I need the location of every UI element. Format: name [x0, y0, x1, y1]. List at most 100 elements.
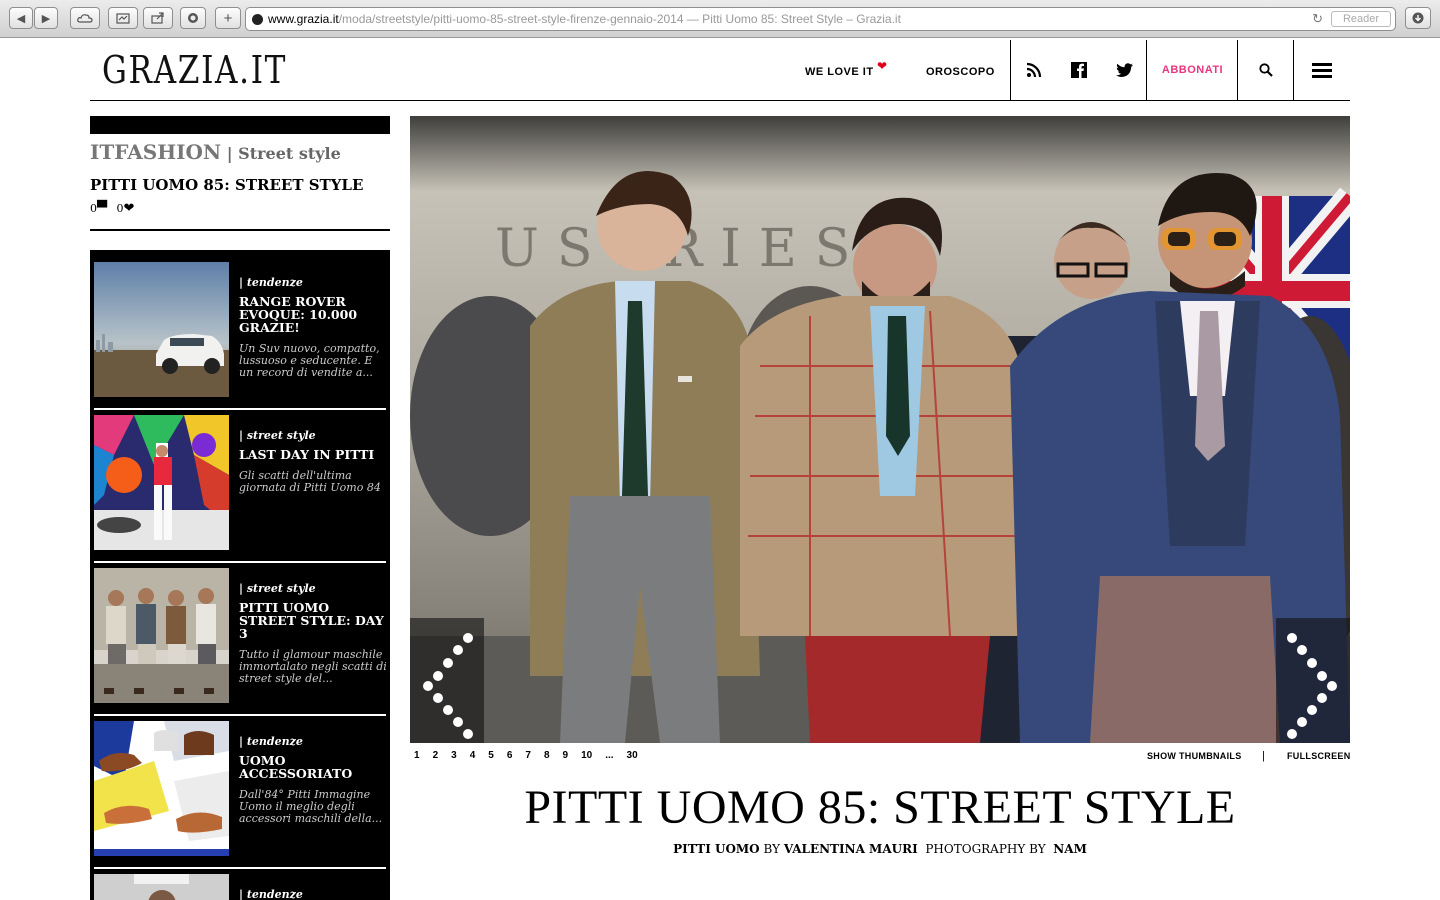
- page-link[interactable]: 1: [414, 750, 420, 761]
- shield-icon: [188, 13, 198, 23]
- icloud-tabs-button[interactable]: [70, 7, 100, 29]
- chevron-left-icon: [423, 633, 473, 739]
- url-path: /moda/streetstyle/pitti-uomo-85-street-s…: [338, 12, 684, 26]
- page-link[interactable]: 8: [544, 750, 550, 761]
- related-category: | tendenze: [239, 276, 303, 289]
- site-icon: [252, 14, 263, 25]
- abbonati-label: ABBONATI: [1161, 64, 1224, 76]
- gallery-photo[interactable]: USTRIES: [410, 116, 1350, 743]
- byline-author[interactable]: VALENTINA MAURI: [784, 842, 918, 856]
- related-text: | tendenze UOMO ACCESSORIATO Dall'84° Pi…: [239, 735, 387, 825]
- page-link[interactable]: 30: [627, 750, 638, 761]
- thumb-uomo-accessoriato[interactable]: [94, 721, 229, 856]
- address-bar[interactable]: www.grazia.it/moda/streetstyle/pitti-uom…: [245, 7, 1396, 31]
- byline-category[interactable]: PITTI UOMO: [673, 842, 760, 856]
- page-link[interactable]: 4: [470, 750, 476, 761]
- share-icon: [151, 12, 164, 24]
- page-link[interactable]: 5: [488, 750, 494, 761]
- related-desc: Gli scatti dell'ultima giornata di Pitti…: [239, 469, 381, 494]
- downloads-button[interactable]: [1405, 7, 1431, 29]
- site-header: GRAZIA.IT WE LOVE IT ❤ OROSCOPO ABBONATI: [90, 40, 1350, 101]
- reader-button[interactable]: Reader: [1331, 11, 1391, 27]
- chevron-right-icon: [1287, 633, 1337, 739]
- comment-count: 0: [90, 202, 97, 215]
- related-desc: Un Suv nuovo, compatto, lussuoso e seduc…: [239, 342, 380, 379]
- article-title: PITTI UOMO 85: STREET STYLE: [524, 781, 1236, 834]
- related-category: | tendenze: [239, 735, 303, 748]
- cloud-icon: [77, 14, 93, 23]
- facebook-button[interactable]: [1056, 40, 1102, 100]
- page-ellipsis: ...: [605, 750, 614, 761]
- thumb-partial[interactable]: [94, 874, 229, 900]
- grazia-logo[interactable]: GRAZIA.IT: [102, 50, 287, 90]
- prev-slide-button[interactable]: [410, 618, 484, 743]
- thumb-day-3[interactable]: [94, 568, 229, 703]
- related-title[interactable]: RANGE ROVER EVOQUE: 10.000 GRAZIE!: [239, 295, 387, 334]
- share-button[interactable]: [143, 7, 173, 29]
- hamburger-icon: [1312, 63, 1332, 78]
- privacy-button[interactable]: [180, 7, 206, 29]
- comment-icon[interactable]: ▀: [97, 201, 107, 216]
- related-item[interactable]: | street style PITTI UOMO STREET STYLE: …: [94, 556, 387, 716]
- page-link[interactable]: 7: [525, 750, 531, 761]
- section-breadcrumb: ITFASHION | Street style: [90, 140, 341, 164]
- twitter-button[interactable]: [1102, 40, 1146, 100]
- pager-separator: |: [1262, 750, 1265, 762]
- section-sub[interactable]: Street style: [238, 144, 341, 163]
- byline-photographer[interactable]: NAM: [1053, 842, 1087, 856]
- sidebar-divider: [90, 229, 390, 231]
- related-text: | tendenze RANGE ROVER EVOQUE: 10.000 GR…: [239, 276, 387, 379]
- thumb-last-day[interactable]: [94, 415, 229, 550]
- next-slide-button[interactable]: [1276, 618, 1350, 743]
- nav-we-love-it[interactable]: WE LOVE IT: [805, 66, 874, 78]
- related-item[interactable]: | tendenze UOMO ACCESSORIATO Dall'84° Pi…: [94, 709, 386, 869]
- browser-toolbar: ◀ ▶ + www.grazia.it/moda/streetstyle/pit…: [0, 0, 1440, 38]
- related-category: | tendenze: [239, 888, 303, 900]
- twitter-icon: [1115, 63, 1133, 77]
- page-link[interactable]: 9: [563, 750, 569, 761]
- search-button[interactable]: [1237, 40, 1294, 100]
- related-item[interactable]: | tendenze: [94, 862, 386, 900]
- nav-oroscopo[interactable]: OROSCOPO: [926, 66, 995, 78]
- forward-button[interactable]: ▶: [34, 7, 58, 29]
- rss-icon: [1026, 62, 1041, 78]
- page-link[interactable]: 3: [451, 750, 457, 761]
- related-text: | street style PITTI UOMO STREET STYLE: …: [239, 582, 387, 685]
- menu-button[interactable]: [1293, 40, 1350, 100]
- heart-icon: ❤: [877, 59, 888, 73]
- show-thumbnails-link[interactable]: SHOW THUMBNAILS: [1147, 751, 1242, 761]
- related-title[interactable]: LAST DAY IN PITTI: [239, 448, 387, 461]
- related-title[interactable]: PITTI UOMO STREET STYLE: DAY 3: [239, 601, 387, 640]
- thumb-range-rover[interactable]: [94, 262, 229, 397]
- related-item[interactable]: | tendenze RANGE ROVER EVOQUE: 10.000 GR…: [94, 250, 386, 410]
- related-category: | street style: [239, 582, 316, 595]
- facebook-icon: [1071, 62, 1087, 78]
- like-count: 0: [116, 202, 124, 215]
- article-counters: 0▀ 0❤: [90, 201, 134, 216]
- rss-button[interactable]: [1010, 40, 1056, 100]
- heart-icon[interactable]: ❤: [124, 201, 135, 216]
- url-domain: www.grazia.it: [268, 12, 339, 26]
- back-button[interactable]: ◀: [9, 7, 33, 29]
- related-title[interactable]: UOMO ACCESSORIATO: [239, 754, 387, 780]
- related-text: | street style LAST DAY IN PITTI Gli sca…: [239, 429, 387, 494]
- new-tab-button[interactable]: +: [215, 7, 241, 29]
- section-name[interactable]: ITFASHION: [90, 140, 221, 164]
- search-icon: [1259, 63, 1273, 77]
- page-link[interactable]: 2: [433, 750, 439, 761]
- page-link[interactable]: 6: [507, 750, 513, 761]
- fullscreen-link[interactable]: FULLSCREEN: [1287, 751, 1351, 761]
- reload-icon[interactable]: ↻: [1312, 8, 1323, 30]
- section-separator: |: [221, 144, 239, 163]
- related-articles: | tendenze RANGE ROVER EVOQUE: 10.000 GR…: [90, 250, 390, 900]
- byline-photo-label: PHOTOGRAPHY BY: [925, 842, 1046, 856]
- related-text: | tendenze: [239, 888, 387, 900]
- related-desc: Dall'84° Pitti Immagine Uomo il meglio d…: [239, 788, 383, 825]
- related-item[interactable]: | street style LAST DAY IN PITTI Gli sca…: [94, 403, 386, 563]
- page-link[interactable]: 10: [581, 750, 592, 761]
- bookmarks-icon: [116, 13, 130, 24]
- abbonati-button[interactable]: ABBONATI: [1146, 40, 1238, 100]
- sidebar-article-title: PITTI UOMO 85: STREET STYLE: [90, 176, 364, 194]
- page-title-suffix: — Pitti Uomo 85: Street Style – Grazia.i…: [683, 12, 901, 26]
- top-sites-button[interactable]: [108, 7, 138, 29]
